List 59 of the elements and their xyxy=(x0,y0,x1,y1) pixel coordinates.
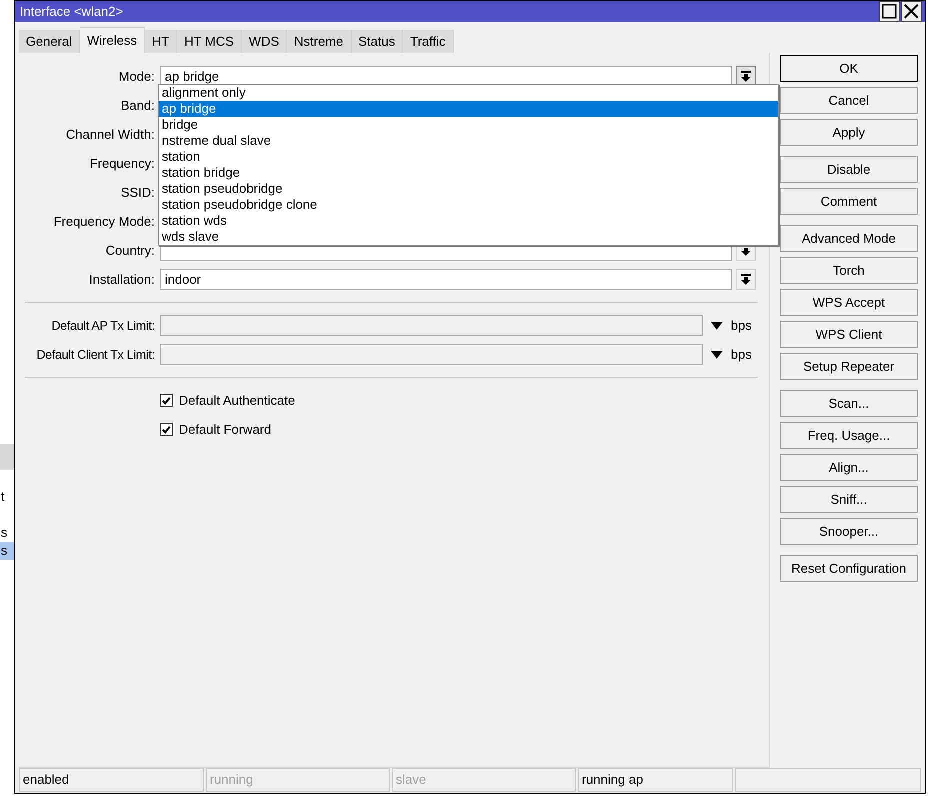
action-button[interactable]: OK xyxy=(780,55,918,82)
input-field[interactable] xyxy=(160,344,703,365)
field-label: Installation: xyxy=(88,272,156,287)
tab[interactable]: Traffic xyxy=(403,30,454,53)
field-label: SSID: xyxy=(120,185,156,200)
action-button[interactable]: Snooper... xyxy=(780,518,918,545)
field-label: Country: xyxy=(104,243,156,258)
action-button[interactable]: Reset Configuration xyxy=(780,555,918,582)
action-button[interactable]: Freq. Usage... xyxy=(780,422,918,449)
unit-label: bps xyxy=(731,347,752,362)
tab[interactable]: General xyxy=(19,30,80,53)
status-cell: running xyxy=(206,768,390,792)
tab[interactable]: HT MCS xyxy=(177,30,242,53)
field-label: Mode: xyxy=(118,69,156,84)
action-button[interactable]: WPS Accept xyxy=(780,289,918,316)
tab[interactable]: HT xyxy=(145,30,178,53)
action-button[interactable]: Align... xyxy=(780,454,918,481)
field-label: Default Client Tx Limit: xyxy=(36,348,156,362)
close-icon[interactable] xyxy=(901,1,922,22)
tab[interactable]: Status xyxy=(352,30,404,53)
checkbox[interactable] xyxy=(160,423,173,436)
action-button[interactable]: Advanced Mode xyxy=(780,225,918,252)
window-title: Interface <wlan2> xyxy=(20,4,124,19)
background-text: t xyxy=(0,488,6,506)
action-button[interactable]: Cancel xyxy=(780,87,918,114)
background-text: s xyxy=(0,524,8,542)
caret-icon[interactable] xyxy=(711,350,723,358)
action-button[interactable]: WPS Client xyxy=(780,321,918,348)
field-label: Channel Width: xyxy=(65,127,156,142)
action-button[interactable]: Scan... xyxy=(780,390,918,417)
unit-label: bps xyxy=(731,318,752,333)
dropdown-icon xyxy=(741,71,751,82)
status-cell: enabled xyxy=(19,768,204,792)
dropdown-option[interactable]: ap bridge xyxy=(159,101,778,117)
status-cell: running ap xyxy=(578,768,733,792)
dropdown-icon xyxy=(741,274,751,285)
action-button[interactable]: Setup Repeater xyxy=(780,353,918,380)
action-button[interactable]: Apply xyxy=(780,119,918,146)
field-label: Default AP Tx Limit: xyxy=(50,318,156,332)
checkbox-label: Default Authenticate xyxy=(179,393,296,408)
tab[interactable]: WDS xyxy=(242,30,288,53)
tab[interactable]: Nstreme xyxy=(287,30,352,53)
action-button[interactable]: Disable xyxy=(780,156,918,183)
field-label: Band: xyxy=(120,98,156,113)
dropdown-button[interactable] xyxy=(736,269,756,290)
caret-icon[interactable] xyxy=(711,322,723,330)
field-label: Frequency Mode: xyxy=(52,214,156,229)
maximize-icon[interactable] xyxy=(879,1,900,22)
select-field[interactable]: indoor xyxy=(160,269,732,290)
action-button[interactable]: Sniff... xyxy=(780,486,918,513)
checkbox[interactable] xyxy=(160,394,173,407)
background-text: s xyxy=(0,542,14,560)
action-button[interactable]: Comment xyxy=(780,188,918,215)
status-cell: slave xyxy=(392,768,576,792)
action-button[interactable]: Torch xyxy=(780,257,918,284)
field-label: Frequency: xyxy=(88,156,156,171)
tab[interactable]: Wireless xyxy=(80,27,146,53)
checkbox-label: Default Forward xyxy=(179,422,272,437)
input-field[interactable] xyxy=(160,315,703,336)
